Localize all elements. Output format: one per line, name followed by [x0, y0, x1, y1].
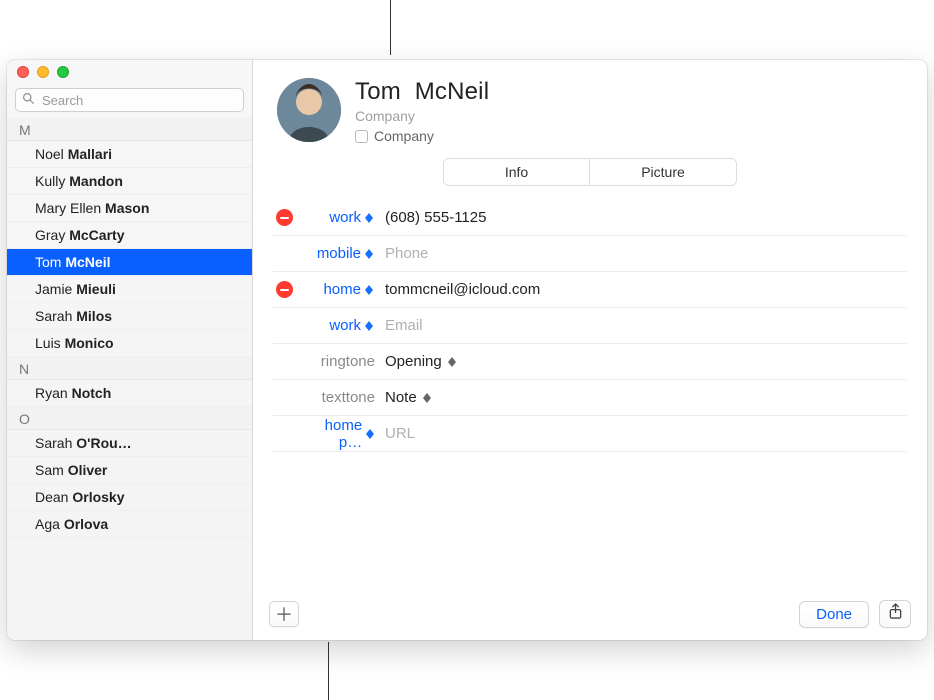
chevron-updown-icon[interactable]	[366, 429, 375, 439]
phone-mobile-field[interactable]: Phone	[385, 245, 907, 262]
section-header-m: M	[7, 118, 252, 141]
remove-email-home-button[interactable]	[276, 281, 293, 298]
section-header-n: N	[7, 357, 252, 380]
texttone-label: texttone	[322, 389, 375, 406]
list-item[interactable]: Kully Mandon	[7, 168, 252, 195]
ringtone-popup[interactable]: Opening	[385, 353, 458, 370]
tab-bar: Info Picture	[443, 158, 737, 186]
search-field[interactable]	[15, 88, 244, 112]
contacts-window: M Noel Mallari Kully Mandon Mary Ellen M…	[7, 60, 927, 640]
company-checkbox-label: Company	[374, 128, 434, 144]
list-item[interactable]: Sam Oliver	[7, 457, 252, 484]
list-item-selected[interactable]: Tom McNeil	[7, 249, 252, 276]
tab-info[interactable]: Info	[444, 159, 590, 185]
section-header-o: O	[7, 407, 252, 430]
texttone-popup[interactable]: Note	[385, 389, 433, 406]
chevron-updown-icon	[423, 393, 433, 403]
minimize-window-button[interactable]	[37, 66, 49, 78]
phone-mobile-label[interactable]: mobile	[317, 245, 361, 262]
phone-work-value[interactable]: (608) 555-1125	[385, 209, 907, 226]
remove-phone-work-button[interactable]	[276, 209, 293, 226]
search-icon	[22, 92, 40, 108]
company-field[interactable]: Company	[355, 108, 907, 124]
list-item[interactable]: Luis Monico	[7, 330, 252, 357]
contacts-list[interactable]: M Noel Mallari Kully Mandon Mary Ellen M…	[7, 118, 252, 640]
email-home-value[interactable]: tommcneil@icloud.com	[385, 281, 907, 298]
last-name-field: McNeil	[415, 78, 490, 105]
url-field[interactable]: URL	[385, 425, 907, 442]
sidebar: M Noel Mallari Kully Mandon Mary Ellen M…	[7, 60, 253, 640]
chevron-updown-icon[interactable]	[365, 321, 375, 331]
list-item[interactable]: Dean Orlosky	[7, 484, 252, 511]
email-home-label[interactable]: home	[323, 281, 361, 298]
chevron-updown-icon[interactable]	[365, 213, 375, 223]
contact-name[interactable]: Tom McNeil	[355, 78, 907, 106]
tab-picture[interactable]: Picture	[590, 159, 736, 185]
window-controls	[7, 60, 252, 84]
done-button[interactable]: Done	[799, 601, 869, 628]
add-field-button[interactable]: ＋	[269, 601, 299, 627]
share-button[interactable]	[879, 600, 911, 628]
avatar[interactable]	[277, 78, 341, 142]
chevron-updown-icon[interactable]	[365, 249, 375, 259]
chevron-updown-icon[interactable]	[365, 285, 375, 295]
list-item[interactable]: Aga Orlova	[7, 511, 252, 538]
chevron-updown-icon	[448, 357, 458, 367]
first-name-field: Tom	[355, 78, 401, 105]
zoom-window-button[interactable]	[57, 66, 69, 78]
email-work-label[interactable]: work	[329, 317, 361, 334]
list-item[interactable]: Ryan Notch	[7, 380, 252, 407]
company-checkbox[interactable]	[355, 130, 368, 143]
callout-line-bottom	[328, 642, 329, 700]
callout-line-top	[390, 0, 391, 55]
contact-card-pane: Tom McNeil Company Company Info Picture …	[253, 60, 927, 640]
url-label[interactable]: home p…	[305, 417, 362, 451]
search-input[interactable]	[40, 92, 237, 109]
plus-icon: ＋	[275, 601, 293, 627]
email-work-field[interactable]: Email	[385, 317, 907, 334]
list-item[interactable]: Sarah Milos	[7, 303, 252, 330]
list-item[interactable]: Mary Ellen Mason	[7, 195, 252, 222]
list-item[interactable]: Noel Mallari	[7, 141, 252, 168]
phone-work-label[interactable]: work	[329, 209, 361, 226]
list-item[interactable]: Sarah O'Rou…	[7, 430, 252, 457]
list-item[interactable]: Jamie Mieuli	[7, 276, 252, 303]
share-icon	[888, 603, 903, 625]
close-window-button[interactable]	[17, 66, 29, 78]
ringtone-label: ringtone	[321, 353, 375, 370]
list-item[interactable]: Gray McCarty	[7, 222, 252, 249]
